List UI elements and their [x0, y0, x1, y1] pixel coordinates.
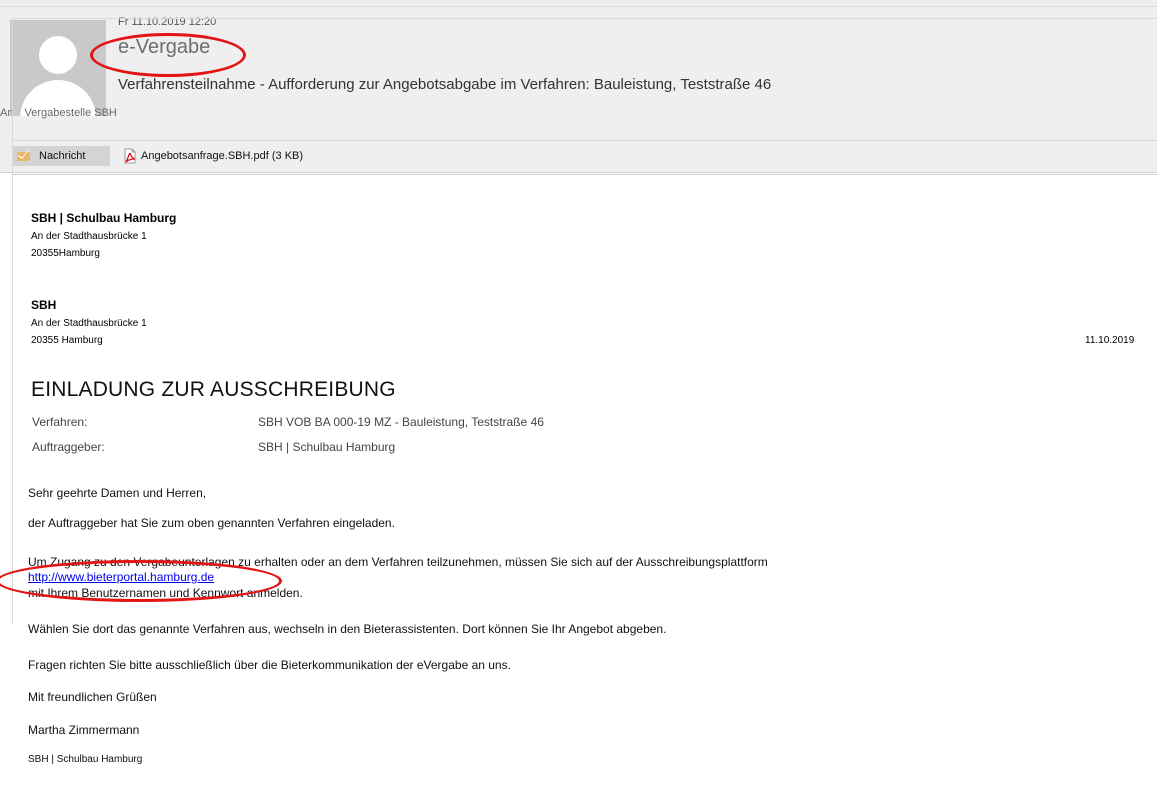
- portal-link[interactable]: http://www.bieterportal.hamburg.de: [28, 570, 214, 584]
- paragraph-questions: Fragen richten Sie bitte ausschließlich …: [28, 658, 511, 672]
- message-body-frame: [12, 18, 1157, 625]
- paragraph-invitation: der Auftraggeber hat Sie zum oben genann…: [28, 516, 395, 530]
- letter-heading: EINLADUNG ZUR AUSSCHREIBUNG: [31, 378, 396, 401]
- meta-label-auftraggeber: Auftraggeber:: [32, 440, 105, 454]
- meta-value-verfahren: SBH VOB BA 000-19 MZ - Bauleistung, Test…: [258, 415, 544, 429]
- paragraph-login: mit Ihrem Benutzernamen und Kennwort anm…: [28, 586, 303, 600]
- header-top-border: [0, 6, 1157, 7]
- signer-name: Martha Zimmermann: [28, 723, 140, 737]
- recipient-city: 20355 Hamburg: [31, 335, 103, 346]
- sender-street: An der Stadthausbrücke 1: [31, 231, 147, 242]
- letter-date: 11.10.2019: [1085, 335, 1135, 346]
- sender-org-name: SBH | Schulbau Hamburg: [31, 211, 177, 225]
- paragraph-access: Um Zugang zu den Vergabeunterlagen zu er…: [28, 555, 768, 569]
- portal-link-line: http://www.bieterportal.hamburg.de: [28, 570, 214, 584]
- recipient-street: An der Stadthausbrücke 1: [31, 318, 147, 329]
- signature-org: SBH | Schulbau Hamburg: [28, 754, 143, 765]
- recipient-org-name: SBH: [31, 298, 57, 312]
- sender-city: 20355Hamburg: [31, 248, 100, 259]
- greeting: Sehr geehrte Damen und Herren,: [28, 486, 207, 500]
- meta-value-auftraggeber: SBH | Schulbau Hamburg: [258, 440, 396, 454]
- meta-label-verfahren: Verfahren:: [32, 415, 88, 429]
- closing: Mit freundlichen Grüßen: [28, 690, 157, 704]
- paragraph-choose-procedure: Wählen Sie dort das genannte Verfahren a…: [28, 622, 667, 636]
